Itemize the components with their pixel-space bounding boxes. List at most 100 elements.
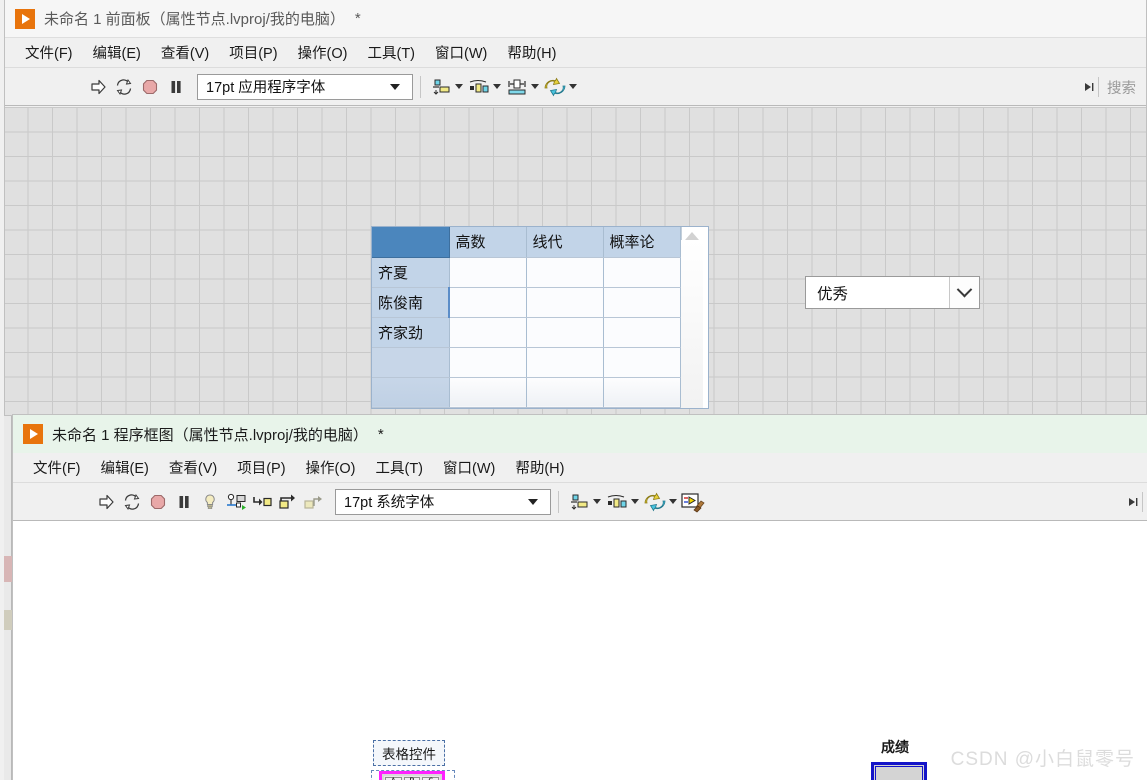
- block-diagram-canvas[interactable]: 表格控件 A B C : : :: [13, 522, 1147, 780]
- menu-tools[interactable]: 工具(T): [357, 40, 425, 65]
- search-input[interactable]: 搜索: [1107, 77, 1136, 98]
- front-panel-title: 未命名 1 前面板（属性节点.lvproj/我的电脑）: [44, 11, 345, 28]
- labview-run-icon: [15, 8, 35, 29]
- table-cell-2-0[interactable]: [449, 317, 527, 348]
- table-control[interactable]: 高数 线代 概率论 齐夏 陈俊南 齐家劲: [371, 226, 709, 409]
- pause-icon[interactable]: [163, 74, 189, 100]
- table-row-header-2[interactable]: 齐家劲: [372, 317, 450, 348]
- step-into-icon[interactable]: [249, 489, 275, 515]
- table-header-row: 高数 线代 概率论: [372, 227, 681, 258]
- table-grid[interactable]: 高数 线代 概率论 齐夏 陈俊南 齐家劲: [372, 227, 681, 409]
- table-column-header-2[interactable]: 概率论: [603, 227, 681, 258]
- chevron-glyph: [956, 281, 973, 298]
- menu-view[interactable]: 查看(V): [151, 40, 219, 65]
- menu-view[interactable]: 查看(V): [159, 455, 227, 480]
- menu-project[interactable]: 项目(P): [219, 40, 287, 65]
- abort-execution-icon[interactable]: [145, 489, 171, 515]
- scrollbar-track[interactable]: [681, 240, 703, 408]
- table-column-header-0[interactable]: 高数: [449, 227, 527, 258]
- run-continuously-icon[interactable]: [111, 74, 137, 100]
- table-row-header-0[interactable]: 齐夏: [372, 257, 450, 288]
- scroll-up-arrow-icon[interactable]: [685, 232, 699, 240]
- table-cell-1-1[interactable]: [526, 287, 604, 318]
- chevron-down-icon[interactable]: [949, 277, 979, 308]
- table-corner-cell[interactable]: [372, 227, 450, 258]
- table-cell-0-1[interactable]: [526, 257, 604, 288]
- table-cell-0-2[interactable]: [603, 257, 681, 288]
- menu-operate[interactable]: 操作(O): [288, 40, 358, 65]
- retain-wire-values-icon[interactable]: [223, 489, 249, 515]
- distribute-dropdown-arrow-icon[interactable]: [631, 499, 639, 504]
- menu-help[interactable]: 帮助(H): [505, 455, 574, 480]
- table-row: [372, 347, 681, 378]
- table-cell-1-0[interactable]: [448, 287, 527, 318]
- font-selector[interactable]: 17pt 应用程序字体: [197, 73, 413, 100]
- search-expand-icon[interactable]: [1126, 493, 1140, 511]
- search-expand-icon[interactable]: [1082, 78, 1096, 96]
- reorder-objects-icon[interactable]: [642, 489, 668, 515]
- menu-tools[interactable]: 工具(T): [365, 455, 433, 480]
- ring-terminal-label[interactable]: 成绩: [863, 737, 927, 757]
- menu-edit[interactable]: 编辑(E): [83, 40, 151, 65]
- step-over-icon[interactable]: [275, 489, 301, 515]
- run-continuously-icon[interactable]: [119, 489, 145, 515]
- resize-dropdown-arrow-icon[interactable]: [531, 84, 539, 89]
- table-row-header-1[interactable]: 陈俊南: [372, 287, 450, 318]
- ring-terminal-icon[interactable]: Ring U16: [871, 762, 927, 780]
- block-diagram-titlebar[interactable]: 未命名 1 程序框图（属性节点.lvproj/我的电脑） *: [13, 415, 1147, 453]
- table-cell-3-1[interactable]: [526, 347, 604, 378]
- resize-objects-icon[interactable]: [504, 74, 530, 100]
- table-terminal-icon-grid: A B C : : : X Y Z: [384, 776, 440, 780]
- reorder-dropdown-arrow-icon[interactable]: [669, 499, 677, 504]
- table-row-header-3[interactable]: [372, 347, 450, 378]
- search-divider: [1142, 492, 1143, 512]
- reorder-dropdown-arrow-icon[interactable]: [569, 84, 577, 89]
- menu-window[interactable]: 窗口(W): [433, 455, 505, 480]
- pause-icon[interactable]: [171, 489, 197, 515]
- menu-edit[interactable]: 编辑(E): [91, 455, 159, 480]
- menu-file[interactable]: 文件(F): [23, 455, 91, 480]
- lightbulb-icon[interactable]: [197, 489, 223, 515]
- align-objects-icon[interactable]: [566, 489, 592, 515]
- ring-terminal[interactable]: 成绩 Ring U16: [863, 737, 927, 780]
- abort-execution-icon[interactable]: [137, 74, 163, 100]
- ring-control[interactable]: 优秀: [805, 276, 980, 309]
- table-terminal-icon[interactable]: A B C : : : X Y Z: [379, 771, 445, 780]
- distribute-objects-icon[interactable]: [604, 489, 630, 515]
- table-cell-4-0[interactable]: [449, 377, 527, 409]
- table-cell-2-2[interactable]: [603, 317, 681, 348]
- menu-window[interactable]: 窗口(W): [425, 40, 497, 65]
- menu-project[interactable]: 项目(P): [227, 455, 295, 480]
- table-cell-2-1[interactable]: [526, 317, 604, 348]
- align-objects-icon[interactable]: [428, 74, 454, 100]
- table-column-header-1[interactable]: 线代: [526, 227, 604, 258]
- table-terminal-label[interactable]: 表格控件: [373, 740, 445, 766]
- clean-up-diagram-icon[interactable]: [680, 489, 706, 515]
- front-panel-menubar: 文件(F) 编辑(E) 查看(V) 项目(P) 操作(O) 工具(T) 窗口(W…: [5, 38, 1146, 68]
- front-panel-titlebar[interactable]: 未命名 1 前面板（属性节点.lvproj/我的电脑） *: [5, 0, 1146, 38]
- distribute-dropdown-arrow-icon[interactable]: [493, 84, 501, 89]
- table-cell-4-1[interactable]: [526, 377, 604, 409]
- step-out-icon[interactable]: [301, 489, 327, 515]
- table-cell-3-0[interactable]: [449, 347, 527, 378]
- distribute-objects-icon[interactable]: [466, 74, 492, 100]
- ring-control-value[interactable]: 优秀: [806, 282, 949, 304]
- font-selector-value: 17pt 应用程序字体: [206, 80, 326, 96]
- run-icon[interactable]: [93, 489, 119, 515]
- table-vertical-scrollbar[interactable]: [680, 227, 703, 408]
- table-terminal[interactable]: 表格控件 A B C : : :: [371, 740, 455, 780]
- table-cell-4-2[interactable]: [603, 377, 681, 409]
- reorder-objects-icon[interactable]: [542, 74, 568, 100]
- table-cell-0-0[interactable]: [449, 257, 527, 288]
- menu-operate[interactable]: 操作(O): [296, 455, 366, 480]
- align-dropdown-arrow-icon[interactable]: [593, 499, 601, 504]
- table-cell-1-2[interactable]: [603, 287, 681, 318]
- run-icon[interactable]: [85, 74, 111, 100]
- font-selector[interactable]: 17pt 系统字体: [335, 488, 551, 515]
- table-cell-3-2[interactable]: [603, 347, 681, 378]
- table-row-header-4[interactable]: [372, 377, 450, 409]
- menu-file[interactable]: 文件(F): [15, 40, 83, 65]
- menu-help[interactable]: 帮助(H): [497, 40, 566, 65]
- align-dropdown-arrow-icon[interactable]: [455, 84, 463, 89]
- front-panel-canvas[interactable]: 高数 线代 概率论 齐夏 陈俊南 齐家劲 优秀: [5, 107, 1146, 415]
